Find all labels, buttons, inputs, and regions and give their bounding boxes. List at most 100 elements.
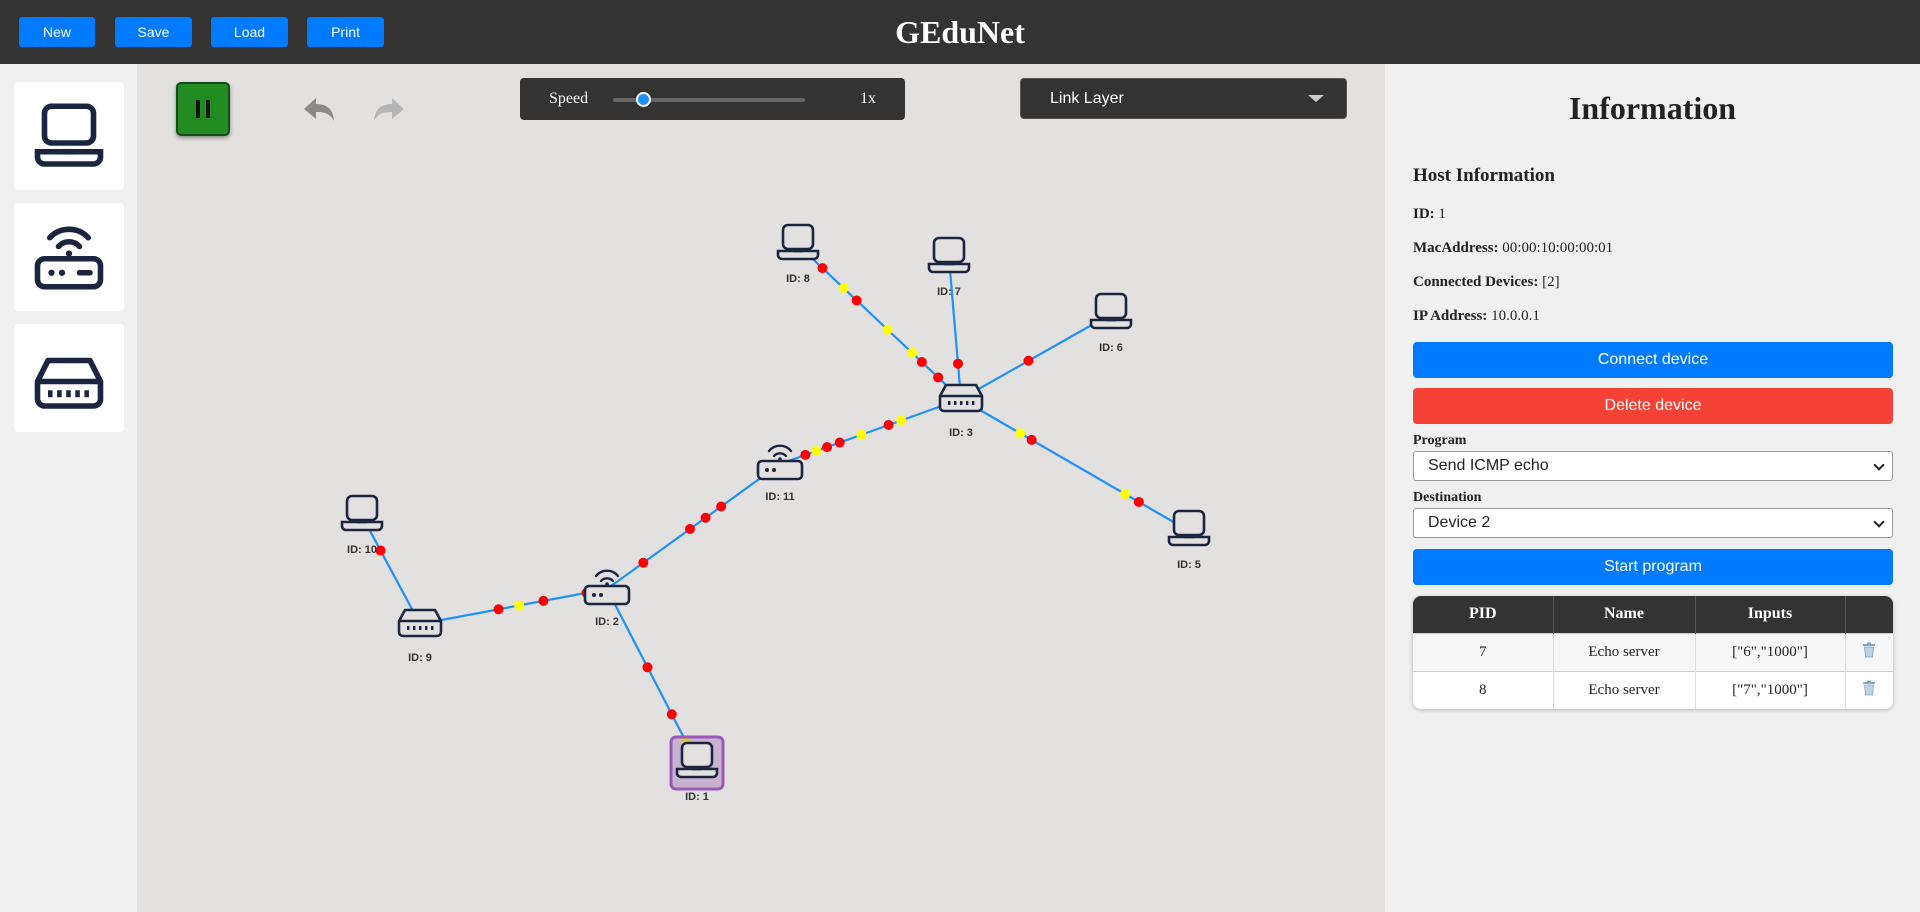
packet-red [933, 372, 944, 383]
table-row: 8 Echo server ["7","1000"] [1413, 670, 1893, 709]
device-label: ID: 8 [786, 273, 810, 285]
router-icon [34, 226, 104, 290]
delete-process-button[interactable] [1845, 670, 1893, 709]
undo-icon [304, 98, 334, 121]
field-connected: Connected Devices: [2] [1413, 274, 1560, 291]
device-host-6[interactable]: ID: 6 [1089, 292, 1133, 354]
save-button[interactable]: Save [115, 17, 192, 47]
destination-select-value: Device 2 [1428, 514, 1491, 531]
packet-red [916, 357, 927, 368]
cell-pid: 8 [1413, 670, 1554, 709]
packet-red [700, 512, 711, 523]
link-3-7 [947, 257, 963, 400]
packet-yellow [856, 429, 867, 440]
field-mac-key: MacAddress: [1413, 240, 1499, 256]
load-button[interactable]: Load [211, 17, 288, 47]
program-select[interactable]: Send ICMP echo [1413, 451, 1893, 481]
packet-yellow [838, 283, 849, 294]
link-3-6 [960, 313, 1112, 400]
field-ip-key: IP Address: [1413, 308, 1488, 324]
packet-red [716, 501, 727, 512]
new-button[interactable]: New [19, 17, 95, 47]
print-button[interactable]: Print [307, 17, 384, 47]
packet-red [642, 662, 653, 673]
pause-icon [196, 100, 210, 118]
undo-button[interactable] [299, 90, 339, 130]
packet-yellow [907, 347, 918, 358]
speed-slider-thumb[interactable] [636, 92, 651, 107]
column-header-actions [1845, 596, 1893, 633]
connect-device-button[interactable]: Connect device [1413, 342, 1893, 378]
device-host-8[interactable]: ID: 8 [776, 223, 820, 285]
packet-red [375, 545, 386, 556]
packet-yellow [1120, 489, 1131, 500]
network-canvas[interactable]: ID: 1 ID: 2 ID: 3 ID: 5 ID: 6 ID: 7 ID: 8 ID: 9… [137, 64, 1385, 912]
packet-yellow [514, 600, 525, 611]
packet-red [851, 295, 862, 306]
packet-red [685, 524, 696, 534]
device-host-7[interactable]: ID: 7 [927, 236, 971, 298]
device-router-11[interactable]: ID: 11 [756, 444, 804, 503]
redo-icon [374, 98, 404, 121]
cell-inputs: ["6","1000"] [1695, 632, 1846, 671]
chevron-down-icon [1308, 95, 1324, 102]
speed-value: 1x [860, 90, 876, 107]
device-switch-9[interactable]: ID: 9 [397, 608, 443, 664]
field-id-key: ID: [1413, 206, 1435, 222]
device-switch-3[interactable]: ID: 3 [938, 383, 984, 439]
cell-name: Echo server [1553, 670, 1696, 709]
packet-red [666, 709, 677, 720]
packet-red [883, 420, 894, 430]
palette-host-button[interactable] [14, 82, 124, 190]
chevron-down-icon [1873, 459, 1885, 471]
packet-red [822, 442, 833, 453]
layer-select[interactable]: Link Layer [1020, 78, 1347, 119]
packet-red [800, 449, 811, 460]
destination-label: Destination [1413, 490, 1482, 505]
network-graph[interactable]: ID: 1 ID: 2 ID: 3 ID: 5 ID: 6 ID: 7 ID: 8 ID: 9… [137, 64, 1385, 912]
packet-yellow [1015, 428, 1026, 439]
field-id-value: 1 [1438, 206, 1446, 222]
device-label: ID: 5 [1177, 559, 1201, 571]
palette-router-button[interactable] [14, 203, 124, 311]
device-host-5[interactable]: ID: 5 [1167, 509, 1211, 571]
switch-icon [34, 357, 104, 409]
process-table: PID Name Inputs 7 Echo server ["6","1000… [1413, 596, 1893, 709]
device-label: ID: 2 [595, 616, 619, 628]
device-label: ID: 1 [685, 791, 709, 803]
packet-yellow [896, 415, 907, 426]
device-label: ID: 3 [949, 427, 973, 439]
cell-inputs: ["7","1000"] [1695, 670, 1846, 709]
packet-red [834, 437, 845, 448]
device-label: ID: 10 [347, 544, 377, 556]
palette-switch-button[interactable] [14, 324, 124, 432]
destination-select[interactable]: Device 2 [1413, 508, 1893, 538]
cell-pid: 7 [1413, 632, 1554, 671]
layer-select-value: Link Layer [1050, 90, 1124, 107]
device-host-10[interactable]: ID: 10 [340, 494, 384, 556]
column-header-pid: PID [1413, 596, 1554, 633]
packet-red [493, 604, 504, 615]
program-select-value: Send ICMP echo [1428, 457, 1549, 474]
trash-icon [1863, 642, 1876, 657]
field-mac: MacAddress: 00:00:10:00:00:01 [1413, 240, 1613, 257]
delete-device-button[interactable]: Delete device [1413, 388, 1893, 424]
delete-process-button[interactable] [1845, 632, 1893, 671]
speed-control: Speed 1x [520, 78, 905, 120]
field-connected-key: Connected Devices: [1413, 274, 1539, 290]
start-program-button[interactable]: Start program [1413, 549, 1893, 585]
packet-red [817, 263, 828, 274]
packet-red [1026, 434, 1037, 445]
link-9-10 [361, 515, 421, 625]
column-header-name: Name [1553, 596, 1696, 633]
laptop-icon [34, 103, 104, 167]
table-row: 7 Echo server ["6","1000"] [1413, 632, 1893, 671]
pause-button[interactable] [176, 82, 230, 136]
field-mac-value: 00:00:10:00:00:01 [1502, 240, 1614, 256]
field-connected-value: [2] [1542, 274, 1560, 290]
field-ip: IP Address: 10.0.0.1 [1413, 308, 1540, 325]
trash-icon [1863, 680, 1876, 696]
redo-button[interactable] [369, 90, 409, 130]
device-host-1[interactable]: ID: 1 [669, 735, 725, 803]
field-ip-value: 10.0.0.1 [1491, 308, 1540, 324]
